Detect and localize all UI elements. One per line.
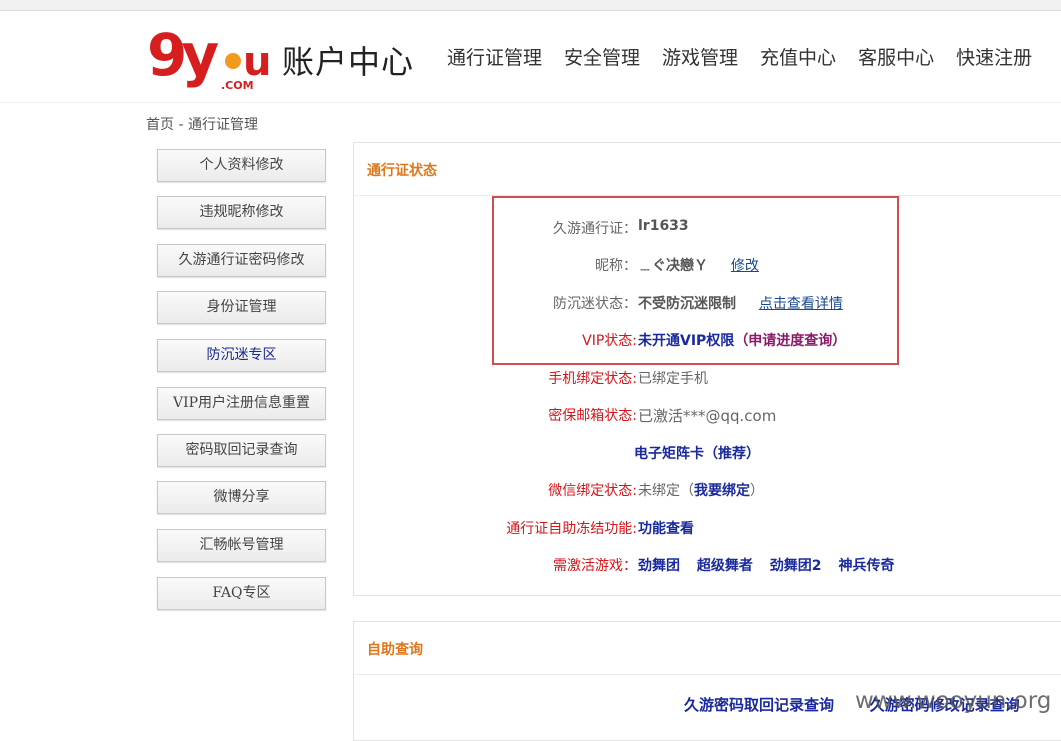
self-service-panel-header: 自助查询 (354, 622, 1061, 675)
site-header: 9y u .COM 账户中心 通行证管理 安全管理 游戏管理 充值中心 客服中心 快速注册 (0, 11, 1061, 103)
game-link[interactable]: 劲舞团2 (770, 558, 822, 574)
sidebar-item-weibo[interactable]: 微博分享 (157, 481, 326, 514)
wechat-value-prefix: 未绑定（ (638, 483, 694, 499)
nav-security[interactable]: 安全管理 (564, 47, 640, 69)
sidebar-item-vip-reset[interactable]: VIP用户注册信息重置 (157, 387, 326, 420)
freeze-label: 通行证自助冻结功能: (506, 521, 637, 537)
main-nav: 通行证管理 安全管理 游戏管理 充值中心 客服中心 快速注册 (447, 43, 1054, 70)
sidebar-item-faq[interactable]: FAQ专区 (157, 577, 326, 610)
matrix-card-link[interactable]: 电子矩阵卡（推荐） (634, 443, 760, 463)
nav-support[interactable]: 客服中心 (858, 47, 934, 69)
status-panel-title: 通行证状态 (367, 163, 437, 179)
sidebar-item-recovery-log[interactable]: 密码取回记录查询 (157, 434, 326, 467)
games-list: 劲舞团 超级舞者 劲舞团2 神兵传奇 (638, 555, 894, 575)
logo-sub: .COM (221, 79, 254, 91)
games-label: 需激活游戏： (553, 558, 637, 574)
self-service-panel: 自助查询 久游密码取回记录查询 久游密码修改记录查询 (353, 621, 1061, 741)
9you-logo[interactable]: 9y u .COM (147, 21, 272, 92)
nav-register[interactable]: 快速注册 (956, 47, 1032, 69)
sidebar-item-profile[interactable]: 个人资料修改 (157, 149, 326, 182)
wechat-value-wrap: 未绑定（我要绑定） (638, 480, 764, 500)
highlight-box (492, 196, 899, 365)
nav-games[interactable]: 游戏管理 (662, 47, 738, 69)
watermark: www.wooyun.org (855, 688, 1052, 714)
nav-passport[interactable]: 通行证管理 (447, 47, 542, 69)
page-title: 账户中心 (282, 43, 415, 81)
status-panel-header: 通行证状态 (354, 143, 1061, 196)
sidebar-item-nickname[interactable]: 违规昵称修改 (157, 196, 326, 229)
wechat-value-suffix: ） (750, 483, 764, 499)
svg-text:9y: 9y (147, 23, 218, 89)
sidebar-item-anti-addiction[interactable]: 防沉迷专区 (157, 339, 326, 372)
sidebar-item-id-card[interactable]: 身份证管理 (157, 291, 326, 324)
game-link[interactable]: 超级舞者 (697, 558, 753, 574)
recovery-log-link[interactable]: 久游密码取回记录查询 (684, 696, 834, 714)
game-link[interactable]: 神兵传奇 (838, 558, 894, 574)
top-strip (0, 0, 1061, 11)
wechat-bind-link[interactable]: 我要绑定 (694, 483, 750, 499)
game-link[interactable]: 劲舞团 (638, 558, 680, 574)
email-label: 密保邮箱状态: (548, 408, 637, 424)
phone-value: 已绑定手机 (638, 371, 708, 387)
sidebar-item-huichang[interactable]: 汇畅帐号管理 (157, 529, 326, 562)
sidebar-item-password[interactable]: 久游通行证密码修改 (157, 244, 326, 277)
email-value: 已激活***@qq.com (638, 407, 777, 425)
nav-recharge[interactable]: 充值中心 (760, 47, 836, 69)
breadcrumb[interactable]: 首页 - 通行证管理 (146, 114, 258, 134)
freeze-link[interactable]: 功能查看 (638, 518, 694, 538)
phone-label: 手机绑定状态: (548, 371, 637, 387)
self-service-panel-title: 自助查询 (367, 642, 423, 658)
wechat-label: 微信绑定状态: (548, 483, 637, 499)
